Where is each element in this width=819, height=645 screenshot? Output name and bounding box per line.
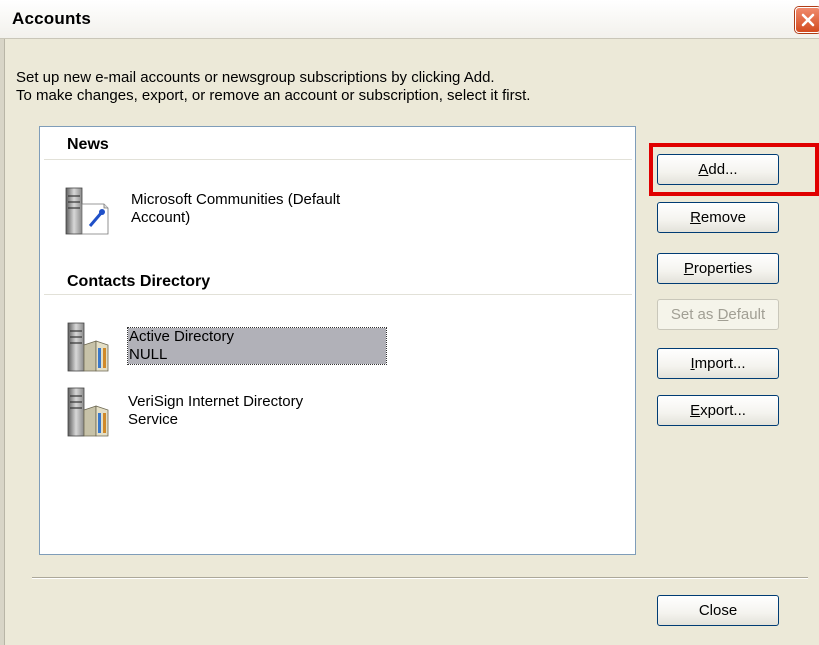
add-button[interactable]: Add... (657, 154, 779, 185)
account-name-line-2: NULL (129, 346, 168, 363)
btn-text-post: dd... (708, 161, 738, 178)
properties-button[interactable]: Properties (657, 253, 779, 284)
import-button[interactable]: Import... (657, 348, 779, 379)
group-divider (44, 159, 632, 160)
window-title: Accounts (12, 9, 92, 28)
group-header-news: News (67, 136, 109, 153)
group-divider (44, 294, 632, 295)
close-window-button[interactable] (795, 7, 819, 33)
btn-text-post: emove (700, 209, 746, 226)
close-icon (801, 13, 815, 27)
remove-button[interactable]: Remove (657, 202, 779, 233)
instructions-line-2: To make changes, export, or remove an ac… (16, 87, 531, 104)
btn-text-post: roperties (693, 260, 753, 277)
btn-text-pre: Set as (670, 306, 718, 323)
btn-text-mnemonic: D (717, 306, 729, 323)
news-server-icon (65, 187, 109, 235)
window-left-border (0, 39, 5, 645)
btn-text-mnemonic: E (690, 402, 701, 419)
account-name: VeriSign Internet Directory Service (128, 393, 303, 429)
btn-text-mnemonic: A (698, 161, 709, 178)
footer-separator (32, 577, 808, 579)
directory-server-icon (67, 387, 109, 437)
account-name-line-1: Active Directory (129, 328, 235, 345)
account-name-line-2: Account) (131, 209, 191, 226)
btn-text-post: mport... (694, 355, 746, 372)
instructions-text: Set up new e-mail accounts or newsgroup … (16, 69, 530, 105)
accounts-list[interactable]: News Microsoft Communities (Default Acco… (39, 126, 636, 555)
account-name-line-1: Microsoft Communities (Default (131, 191, 341, 208)
instructions-line-1: Set up new e-mail accounts or newsgroup … (16, 69, 495, 86)
btn-text-post: xport... (700, 402, 746, 419)
account-name-line-2: Service (128, 411, 179, 428)
title-bar: Accounts (0, 0, 819, 39)
group-header-contacts-directory: Contacts Directory (67, 273, 211, 290)
account-name: Active Directory NULL (127, 327, 387, 365)
export-button[interactable]: Export... (657, 395, 779, 426)
btn-text-mnemonic: P (683, 260, 694, 277)
account-name-line-1: VeriSign Internet Directory (128, 393, 304, 410)
directory-server-icon (67, 322, 109, 372)
close-button[interactable]: Close (657, 595, 779, 626)
account-name: Microsoft Communities (Default Account) (131, 191, 340, 227)
btn-text-mnemonic: R (690, 209, 701, 226)
btn-text-post: efault (728, 306, 766, 323)
set-as-default-button[interactable]: Set as Default (657, 299, 779, 330)
